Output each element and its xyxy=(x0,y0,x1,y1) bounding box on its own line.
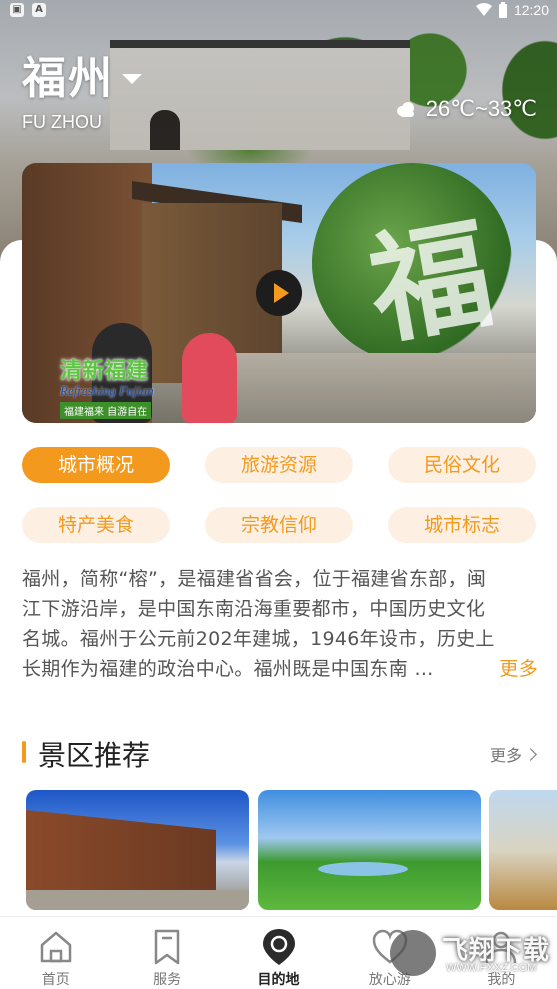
scenic-lake xyxy=(318,862,408,876)
calligraphy-overlay: 福 xyxy=(359,202,503,363)
logo-en: Refreshing Fujian xyxy=(60,383,154,398)
scenic-more-label[interactable]: 更多 xyxy=(490,742,522,766)
nav-label[interactable]: 首页 xyxy=(42,969,70,989)
chip-city-symbols[interactable]: 城市标志 xyxy=(388,507,536,543)
city-intro: 福州，简称“榕”，是福建省省会，位于福建省东部，闽 江下游沿岸，是中国东南沿海重… xyxy=(22,564,538,684)
scenic-more-link[interactable]: 更多 xyxy=(490,742,537,766)
nav-home[interactable]: 首页 xyxy=(0,917,111,989)
scenic-card[interactable] xyxy=(258,790,481,910)
nav-label[interactable]: 目的地 xyxy=(258,969,300,989)
nav-services[interactable]: 服务 xyxy=(111,917,222,989)
status-time: 12:20 xyxy=(513,2,549,18)
scenic-road xyxy=(26,890,249,910)
chip-tourism-resources[interactable]: 旅游资源 xyxy=(205,447,353,483)
wifi-icon xyxy=(475,3,492,16)
battery-icon xyxy=(498,2,507,18)
city-english-name: FU ZHOU xyxy=(22,112,102,132)
logo-sub: 福建福来 自游自在 xyxy=(60,402,152,419)
scenic-card[interactable] xyxy=(489,790,557,910)
intro-line: 福州，简称“榕”，是福建省省会，位于福建省东部，闽 xyxy=(22,568,487,590)
city-selector[interactable]: 福州 xyxy=(22,42,142,106)
chip-local-food[interactable]: 特产美食 xyxy=(22,507,170,543)
video-person xyxy=(182,333,237,423)
weather-widget: 26℃~33℃ xyxy=(394,96,537,122)
intro-line: 长期作为福建的政治中心。福州既是中国东南 … xyxy=(22,658,434,680)
chip-religion[interactable]: 宗教信仰 xyxy=(205,507,353,543)
cloud-icon xyxy=(396,102,414,117)
city-name[interactable]: 福州 xyxy=(22,42,114,106)
scenic-card[interactable] xyxy=(26,790,249,910)
caret-down-icon[interactable] xyxy=(122,74,142,84)
intro-more-link[interactable]: 更多 xyxy=(499,654,538,684)
scenic-section-title: 景区推荐 xyxy=(38,739,151,772)
chip-city-overview[interactable]: 城市概况 xyxy=(22,447,170,483)
section-accent-bar xyxy=(22,741,26,763)
chevron-right-icon[interactable] xyxy=(524,747,537,761)
warning-a-icon: A xyxy=(32,3,46,17)
location-pin-icon[interactable] xyxy=(259,927,299,967)
chip-folk-culture[interactable]: 民俗文化 xyxy=(388,447,536,483)
watermark-logo-icon xyxy=(390,930,436,976)
home-icon[interactable] xyxy=(36,927,76,967)
intro-last-row: 长期作为福建的政治中心。福州既是中国东南 … 更多 xyxy=(22,654,538,684)
nav-label[interactable]: 服务 xyxy=(153,969,181,989)
watermark-url: WWW.FXXZ.COM xyxy=(446,962,537,974)
intro-line: 江下游沿岸，是中国东南沿海重要都市，中国历史文化 xyxy=(22,598,486,620)
intro-line: 名城。福州于公元前202年建城，1946年设市，历史上 xyxy=(22,628,495,650)
logo-cn: 清新福建 xyxy=(60,359,149,384)
status-bar: ▣ A 12:20 xyxy=(0,0,557,22)
app-notification-icon: ▣ xyxy=(10,3,24,17)
site-watermark: 飞翔下载 WWW.FXXZ.COM xyxy=(390,928,550,984)
bookmark-icon[interactable] xyxy=(147,927,187,967)
city-video-card[interactable]: 福 清新福建 Refreshing Fujian 福建福来 自游自在 xyxy=(22,163,536,423)
refreshing-fujian-logo: 清新福建 Refreshing Fujian 福建福来 自游自在 xyxy=(60,353,154,419)
temperature-range: 26℃~33℃ xyxy=(425,96,537,121)
play-button[interactable] xyxy=(256,270,302,316)
nav-destination[interactable]: 目的地 xyxy=(223,917,334,989)
